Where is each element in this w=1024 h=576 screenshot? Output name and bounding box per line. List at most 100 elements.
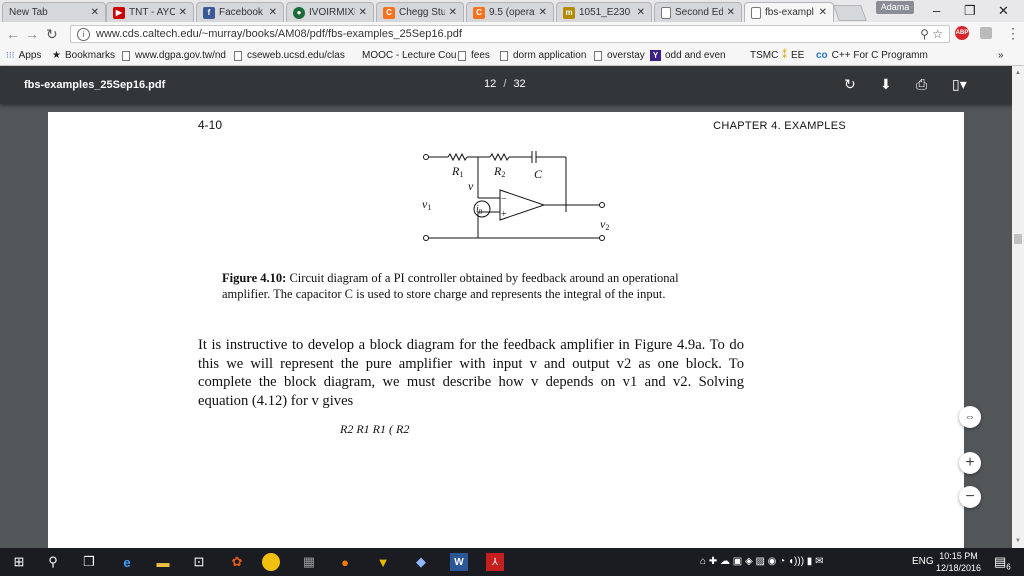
tab-tnt[interactable]: ▶ TNT - AYO ✕	[106, 2, 194, 22]
tab-facebook[interactable]: f Facebook ✕	[196, 2, 284, 22]
tab-label: IVOIRMIXD	[309, 7, 355, 18]
caption-text: Circuit diagram of a PI controller obtai…	[222, 271, 679, 301]
close-icon[interactable]: ✕	[269, 7, 277, 18]
bookmark-bookmarks[interactable]: ★ Bookmarks	[52, 50, 115, 61]
bookmark-tsmc[interactable]: TSMC	[746, 50, 778, 61]
menu-icon[interactable]: ⋮	[1006, 25, 1020, 42]
print-icon[interactable]: ⎙	[916, 76, 927, 93]
close-icon[interactable]: ✕	[449, 7, 457, 18]
close-icon[interactable]: ✕	[91, 7, 99, 18]
close-icon[interactable]: ✕	[819, 7, 827, 18]
bookmark-ee[interactable]: ⁑ EE	[782, 50, 804, 61]
tab-new-tab[interactable]: New Tab ✕	[2, 2, 106, 22]
bookmark-label: EE	[791, 50, 805, 61]
bookmark-dorm[interactable]: dorm application	[500, 50, 586, 61]
apps-grid-icon: ⁝⁝⁝	[6, 50, 15, 60]
bookmark-cseweb[interactable]: cseweb.ucsd.edu/clas	[234, 50, 345, 61]
bookmark-odd-even[interactable]: Y odd and even	[650, 50, 726, 61]
tab-ivoirmixd[interactable]: ● IVOIRMIXD ✕	[286, 2, 374, 22]
page-separator: /	[503, 78, 507, 90]
firefox-icon[interactable]: ●	[336, 553, 354, 571]
pdf-reader-icon[interactable]: ⅄	[486, 553, 504, 571]
tab-label: New Tab	[9, 7, 48, 18]
scroll-down-icon[interactable]: ▼	[1015, 538, 1021, 544]
bookmark-overstay[interactable]: overstay	[594, 50, 645, 61]
edge-icon[interactable]: e	[118, 553, 136, 571]
zoom-out-button[interactable]: −	[959, 486, 981, 508]
page-icon	[661, 6, 671, 19]
clock[interactable]: 10:15 PM 12/18/2016	[936, 550, 981, 574]
restore-icon[interactable]: ❐	[964, 3, 976, 19]
reload-icon[interactable]: ↻	[46, 26, 58, 43]
tab-label: Chegg Stu	[399, 7, 445, 18]
user-badge[interactable]: Adama	[876, 1, 914, 14]
chrome-icon[interactable]	[262, 553, 280, 571]
tab-chegg-2[interactable]: C 9.5 (operat ✕	[466, 2, 554, 22]
browser-toolbar: ← → ↻ i www.cds.caltech.edu/~murray/book…	[0, 22, 1024, 46]
close-icon[interactable]: ✕	[179, 7, 187, 18]
tab-label: TNT - AYO	[129, 7, 175, 18]
star-icon[interactable]: ☆	[932, 27, 943, 41]
facebook-icon: f	[203, 6, 215, 19]
ivoir-icon: ●	[293, 6, 305, 19]
vlc-icon[interactable]: ▼	[374, 553, 392, 571]
zoom-icon[interactable]: ⚲	[920, 27, 929, 41]
tray-icons[interactable]: ⌂ ✚ ☁ ▣ ◈ ▨ ◉ ◔ ◖))) ▮ ✉	[700, 556, 823, 567]
chapter-header: CHAPTER 4. EXAMPLES	[713, 120, 846, 132]
fit-page-button[interactable]: ⇔	[959, 406, 981, 428]
page-current-input[interactable]: 12	[484, 78, 496, 90]
steam-icon[interactable]: ◆	[412, 553, 430, 571]
file-explorer-icon[interactable]: ▬	[154, 553, 172, 571]
adblock-icon[interactable]: ABP	[955, 26, 969, 40]
download-icon[interactable]: ⬇	[880, 76, 892, 93]
bookmark-dgpa[interactable]: www.dgpa.gov.tw/nd	[122, 50, 226, 61]
close-icon[interactable]: ✕	[359, 7, 367, 18]
bookmark-apps[interactable]: ⁝⁝⁝ Apps	[6, 50, 41, 61]
close-window-icon[interactable]: ✕	[998, 3, 1009, 19]
page-icon	[500, 50, 508, 61]
tab-second-ed[interactable]: Second Ed ✕	[654, 2, 742, 22]
word-icon[interactable]: W	[450, 553, 468, 571]
bookmark-menu-icon[interactable]: ▯▾	[952, 76, 967, 93]
search-icon[interactable]: ⚲	[44, 553, 62, 571]
new-tab-button[interactable]	[833, 5, 867, 21]
bookmark-label: www.dgpa.gov.tw/nd	[135, 50, 226, 61]
tab-label: 9.5 (operat	[489, 7, 535, 18]
windows-start-icon[interactable]: ⊞	[10, 553, 28, 571]
bookmark-label: fees	[471, 50, 490, 61]
close-icon[interactable]: ✕	[727, 7, 735, 18]
bookmark-cpp[interactable]: co C++ For C Programm	[816, 50, 928, 61]
close-icon[interactable]: ✕	[539, 7, 547, 18]
scrollbar[interactable]	[1012, 66, 1024, 548]
language-indicator[interactable]: ENG	[912, 556, 934, 567]
rotate-icon[interactable]: ↻	[844, 76, 856, 93]
info-icon[interactable]: i	[77, 27, 90, 41]
forward-arrow-icon[interactable]: →	[25, 26, 39, 42]
app-icon[interactable]: ✿	[228, 553, 246, 571]
clock-date: 12/18/2016	[936, 563, 982, 573]
address-bar[interactable]: i www.cds.caltech.edu/~murray/books/AM08…	[70, 25, 950, 43]
app-icon[interactable]: ▦	[300, 553, 318, 571]
zoom-in-button[interactable]: +	[959, 452, 981, 474]
tab-course[interactable]: m 1051_E230 ✕	[556, 2, 652, 22]
tab-fbs-examples[interactable]: fbs-exampl ✕	[744, 2, 834, 22]
pdf-toolbar: fbs-examples_25Sep16.pdf 12 / 32 ↻ ⬇ ⎙ ▯…	[0, 66, 1024, 104]
circuit-diagram: R1 R2 C v i0 v1 v2 − +	[422, 151, 609, 241]
close-icon[interactable]: ✕	[637, 7, 645, 18]
task-view-icon[interactable]: ❐	[80, 553, 98, 571]
bookmarks-overflow[interactable]: »	[998, 50, 1004, 61]
extension-icon[interactable]	[980, 27, 992, 39]
back-arrow-icon[interactable]: ←	[6, 26, 20, 42]
scroll-up-icon[interactable]: ▲	[1015, 70, 1021, 76]
caption-label: Figure 4.10:	[222, 271, 287, 285]
tab-chegg-1[interactable]: C Chegg Stu ✕	[376, 2, 464, 22]
bookmark-fees[interactable]: fees	[458, 50, 490, 61]
scrollbar-thumb[interactable]	[1014, 234, 1022, 244]
bookmark-mooc[interactable]: MOOC - Lecture Cou	[350, 50, 456, 61]
minimize-icon[interactable]: –	[933, 3, 940, 18]
omnibox-actions: ⚲ ☆	[920, 27, 943, 41]
page-icon	[122, 50, 130, 61]
notification-icon[interactable]: ▤6	[994, 554, 1011, 572]
store-icon[interactable]: ⊡	[190, 553, 208, 571]
resistor-r1	[447, 152, 468, 162]
